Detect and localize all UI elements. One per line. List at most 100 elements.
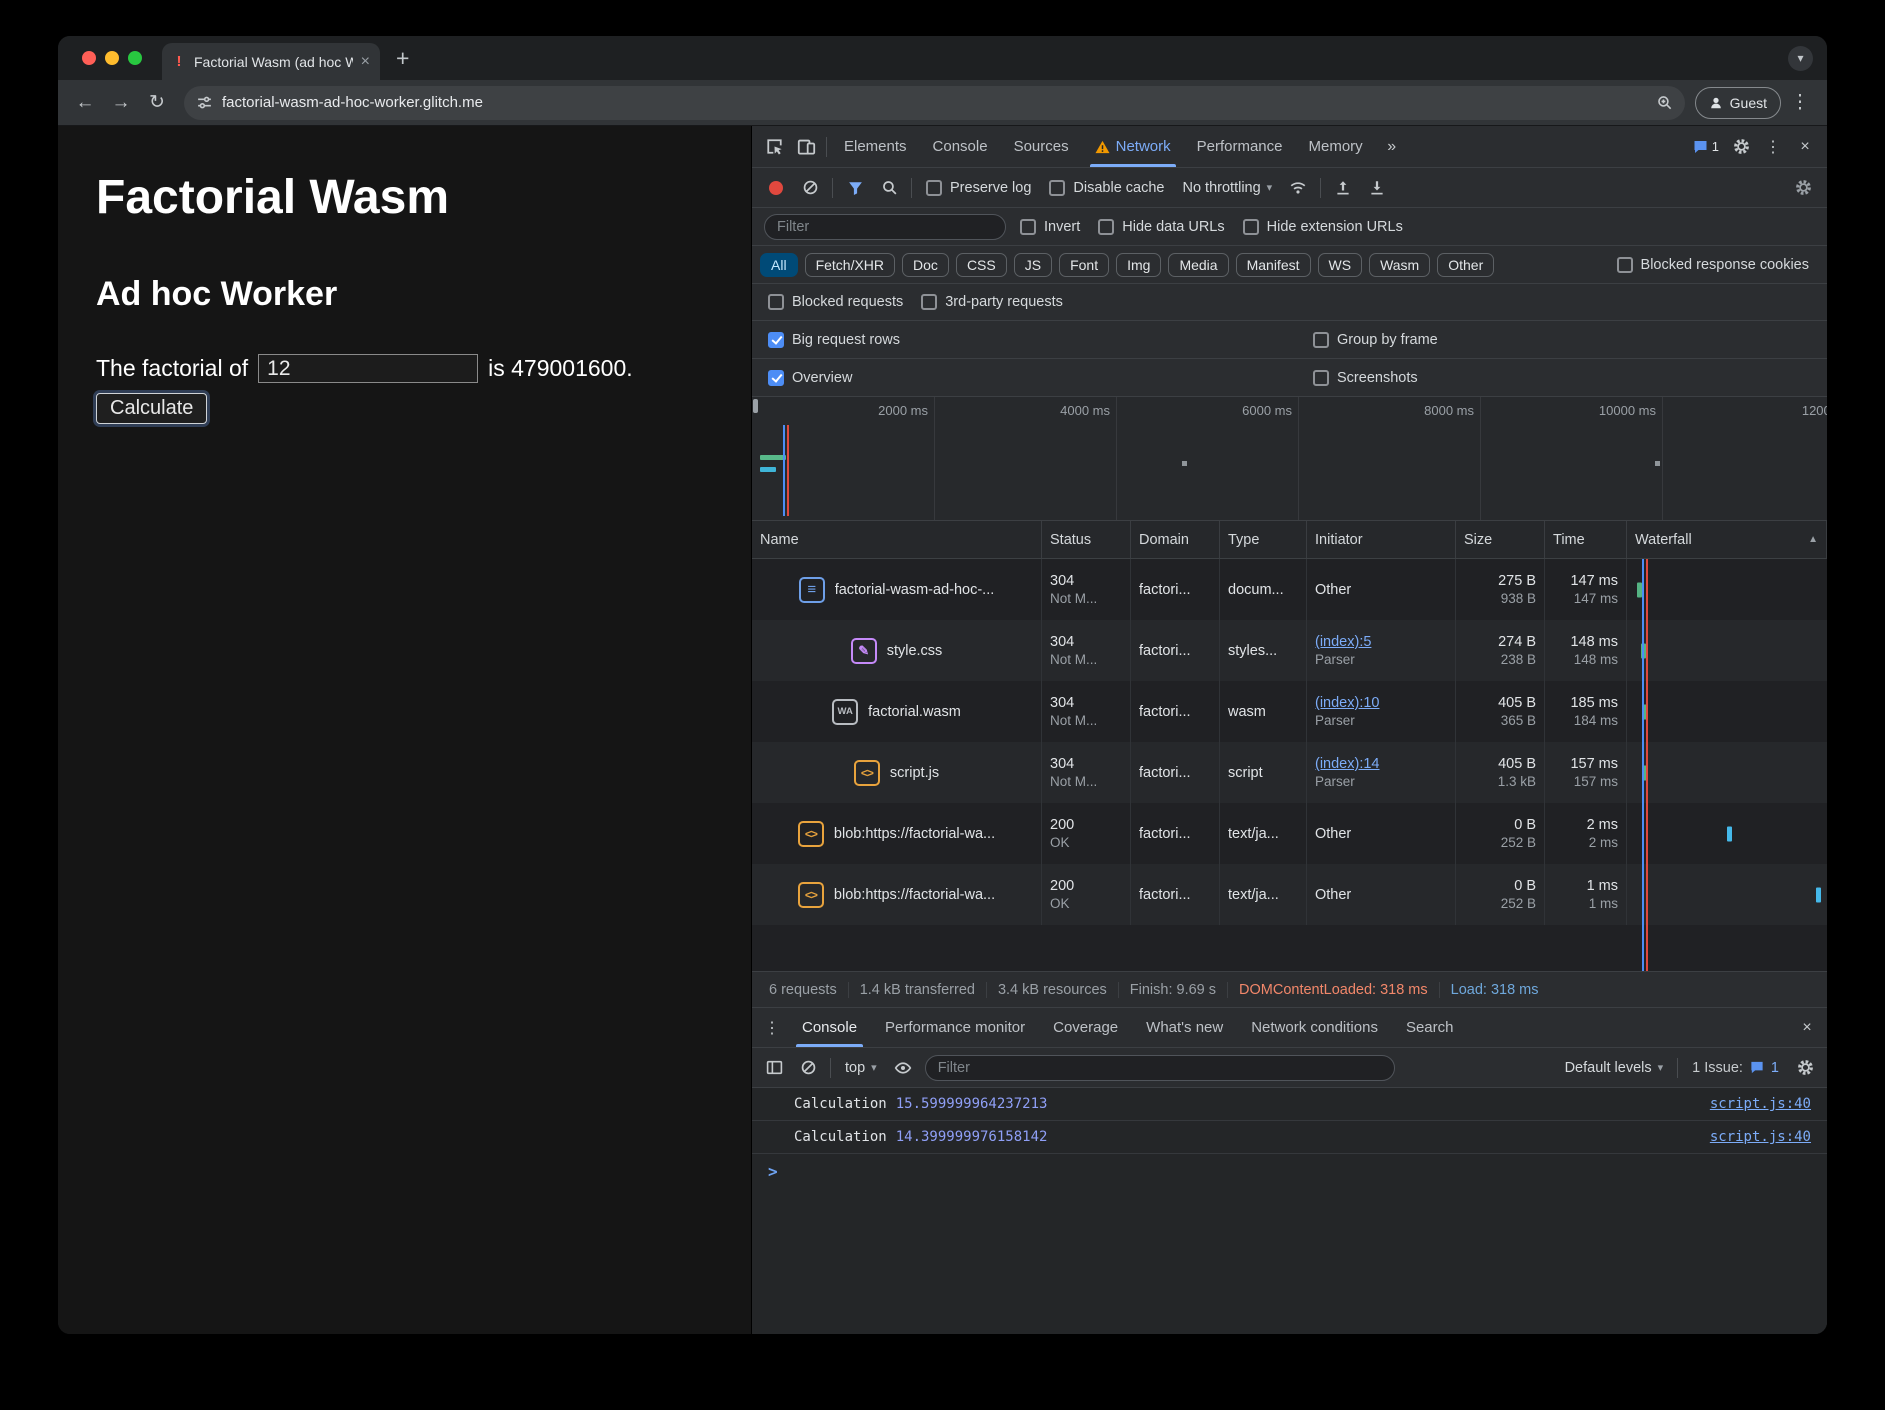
resource-filter-chip[interactable]: Manifest xyxy=(1236,253,1311,277)
device-toolbar-icon[interactable] xyxy=(790,131,822,163)
back-button[interactable]: ← xyxy=(68,86,102,120)
drawer-tab[interactable]: Coverage xyxy=(1039,1008,1132,1047)
resource-filter-chip[interactable]: Fetch/XHR xyxy=(805,253,895,277)
zoom-icon[interactable] xyxy=(1656,94,1673,111)
source-link[interactable]: script.js:40 xyxy=(1710,1096,1811,1112)
column-header[interactable]: Domain xyxy=(1131,521,1220,558)
overview-drag-handle[interactable] xyxy=(753,399,758,413)
browser-menu-button[interactable]: ⋮ xyxy=(1783,86,1817,120)
initiator-link[interactable]: (index):5 xyxy=(1315,634,1447,650)
invert-checkbox[interactable]: Invert xyxy=(1020,219,1080,235)
live-expression-eye-icon[interactable] xyxy=(887,1052,919,1084)
column-header[interactable]: Type xyxy=(1220,521,1307,558)
drawer-tab[interactable]: Console xyxy=(788,1008,871,1047)
initiator-link[interactable]: Other xyxy=(1315,582,1447,598)
initiator-link[interactable]: (index):10 xyxy=(1315,695,1447,711)
console-empty-area[interactable] xyxy=(752,1188,1827,1334)
calculate-button[interactable]: Calculate xyxy=(96,393,207,424)
column-header[interactable]: Status xyxy=(1042,521,1131,558)
column-header[interactable]: Time xyxy=(1545,521,1627,558)
console-message[interactable]: Calculation 15.599999964237213 script.js… xyxy=(752,1088,1827,1121)
tab-search-button[interactable]: ▾ xyxy=(1788,46,1813,71)
close-window-button[interactable] xyxy=(82,51,96,65)
hide-extension-urls-checkbox[interactable]: Hide extension URLs xyxy=(1243,219,1403,235)
drawer-tab[interactable]: Performance monitor xyxy=(871,1008,1039,1047)
drawer-tab[interactable]: What's new xyxy=(1132,1008,1237,1047)
group-by-frame-checkbox[interactable]: Group by frame xyxy=(1313,332,1438,348)
blocked-response-cookies-checkbox[interactable]: Blocked response cookies xyxy=(1617,257,1809,273)
resource-filter-chip[interactable]: CSS xyxy=(956,253,1007,277)
column-header[interactable]: Name xyxy=(752,521,1042,558)
disable-cache-checkbox[interactable]: Disable cache xyxy=(1049,180,1164,196)
forward-button[interactable]: → xyxy=(104,86,138,120)
devtools-tab[interactable]: Elements xyxy=(831,126,920,167)
devtools-tab[interactable]: Sources xyxy=(1001,126,1082,167)
hide-data-urls-checkbox[interactable]: Hide data URLs xyxy=(1098,219,1224,235)
network-filter-input[interactable] xyxy=(764,214,1006,240)
resource-filter-chip[interactable]: Other xyxy=(1437,253,1494,277)
overview-checkbox[interactable]: Overview xyxy=(768,370,852,386)
network-conditions-icon[interactable] xyxy=(1282,172,1314,204)
context-selector[interactable]: top▾ xyxy=(845,1060,877,1076)
console-filter-input[interactable] xyxy=(925,1055,1395,1081)
resource-filter-chip[interactable]: Img xyxy=(1116,253,1161,277)
console-settings-icon[interactable] xyxy=(1789,1052,1821,1084)
table-row[interactable]: factorial-wasm-ad-hoc-... 304Not M... fa… xyxy=(752,559,1827,620)
issues-button[interactable]: 1 xyxy=(1686,131,1725,163)
screenshots-checkbox[interactable]: Screenshots xyxy=(1313,370,1418,386)
address-bar[interactable]: factorial-wasm-ad-hoc-worker.glitch.me xyxy=(184,86,1685,120)
initiator-link[interactable]: (index):14 xyxy=(1315,756,1447,772)
resource-filter-chip[interactable]: Doc xyxy=(902,253,949,277)
table-row[interactable]: blob:https://factorial-wa... 200OK facto… xyxy=(752,864,1827,925)
search-icon[interactable] xyxy=(873,172,905,204)
table-row[interactable]: style.css 304Not M... factori... styles.… xyxy=(752,620,1827,681)
column-header[interactable]: Size xyxy=(1456,521,1545,558)
network-overview-timeline[interactable]: 2000 ms4000 ms6000 ms8000 ms10000 ms1200… xyxy=(752,397,1827,521)
profile-button[interactable]: Guest xyxy=(1695,87,1781,119)
devtools-tab[interactable]: Network xyxy=(1082,126,1184,167)
resource-filter-chip[interactable]: All xyxy=(760,253,798,277)
clear-console-icon[interactable] xyxy=(792,1052,824,1084)
browser-tab[interactable]: ! Factorial Wasm (ad hoc Work × xyxy=(162,43,380,80)
console-prompt[interactable]: > xyxy=(752,1154,1827,1188)
log-levels-dropdown[interactable]: Default levels▾ xyxy=(1565,1060,1664,1076)
initiator-link[interactable]: Other xyxy=(1315,826,1447,842)
blocked-requests-checkbox[interactable]: Blocked requests xyxy=(768,294,903,310)
minimize-window-button[interactable] xyxy=(105,51,119,65)
issues-counter[interactable]: 1 Issue: 1 xyxy=(1692,1060,1779,1076)
resource-filter-chip[interactable]: JS xyxy=(1014,253,1052,277)
inspect-element-icon[interactable] xyxy=(758,131,790,163)
preserve-log-checkbox[interactable]: Preserve log xyxy=(926,180,1031,196)
devtools-tab[interactable]: Performance xyxy=(1184,126,1296,167)
clear-network-log-icon[interactable] xyxy=(794,172,826,204)
throttling-dropdown[interactable]: No throttling▾ xyxy=(1182,180,1272,196)
new-tab-button[interactable]: + xyxy=(380,45,425,72)
factorial-input[interactable] xyxy=(258,354,478,383)
column-header[interactable]: Initiator xyxy=(1307,521,1456,558)
table-row[interactable]: factorial.wasm 304Not M... factori... wa… xyxy=(752,681,1827,742)
network-settings-icon[interactable] xyxy=(1787,172,1819,204)
console-message[interactable]: Calculation 14.399999976158142 script.js… xyxy=(752,1121,1827,1154)
big-request-rows-checkbox[interactable]: Big request rows xyxy=(768,332,900,348)
devtools-close-icon[interactable]: × xyxy=(1789,131,1821,163)
resource-filter-chip[interactable]: Wasm xyxy=(1369,253,1430,277)
tab-close-icon[interactable]: × xyxy=(361,53,370,71)
source-link[interactable]: script.js:40 xyxy=(1710,1129,1811,1145)
import-har-icon[interactable] xyxy=(1327,172,1359,204)
initiator-link[interactable]: Other xyxy=(1315,887,1447,903)
table-row[interactable]: script.js 304Not M... factori... script … xyxy=(752,742,1827,803)
third-party-requests-checkbox[interactable]: 3rd-party requests xyxy=(921,294,1063,310)
reload-button[interactable]: ↻ xyxy=(140,86,174,120)
drawer-close-icon[interactable]: × xyxy=(1791,1012,1823,1044)
column-header[interactable]: Waterfall ▲ xyxy=(1627,521,1827,558)
console-sidebar-icon[interactable] xyxy=(758,1052,790,1084)
resource-filter-chip[interactable]: Media xyxy=(1168,253,1228,277)
devtools-menu-icon[interactable]: ⋮ xyxy=(1757,131,1789,163)
export-har-icon[interactable] xyxy=(1361,172,1393,204)
devtools-tab[interactable]: Memory xyxy=(1296,126,1376,167)
devtools-settings-icon[interactable] xyxy=(1725,131,1757,163)
table-row[interactable]: blob:https://factorial-wa... 200OK facto… xyxy=(752,803,1827,864)
resource-filter-chip[interactable]: Font xyxy=(1059,253,1109,277)
devtools-tab[interactable]: Console xyxy=(920,126,1001,167)
fullscreen-window-button[interactable] xyxy=(128,51,142,65)
